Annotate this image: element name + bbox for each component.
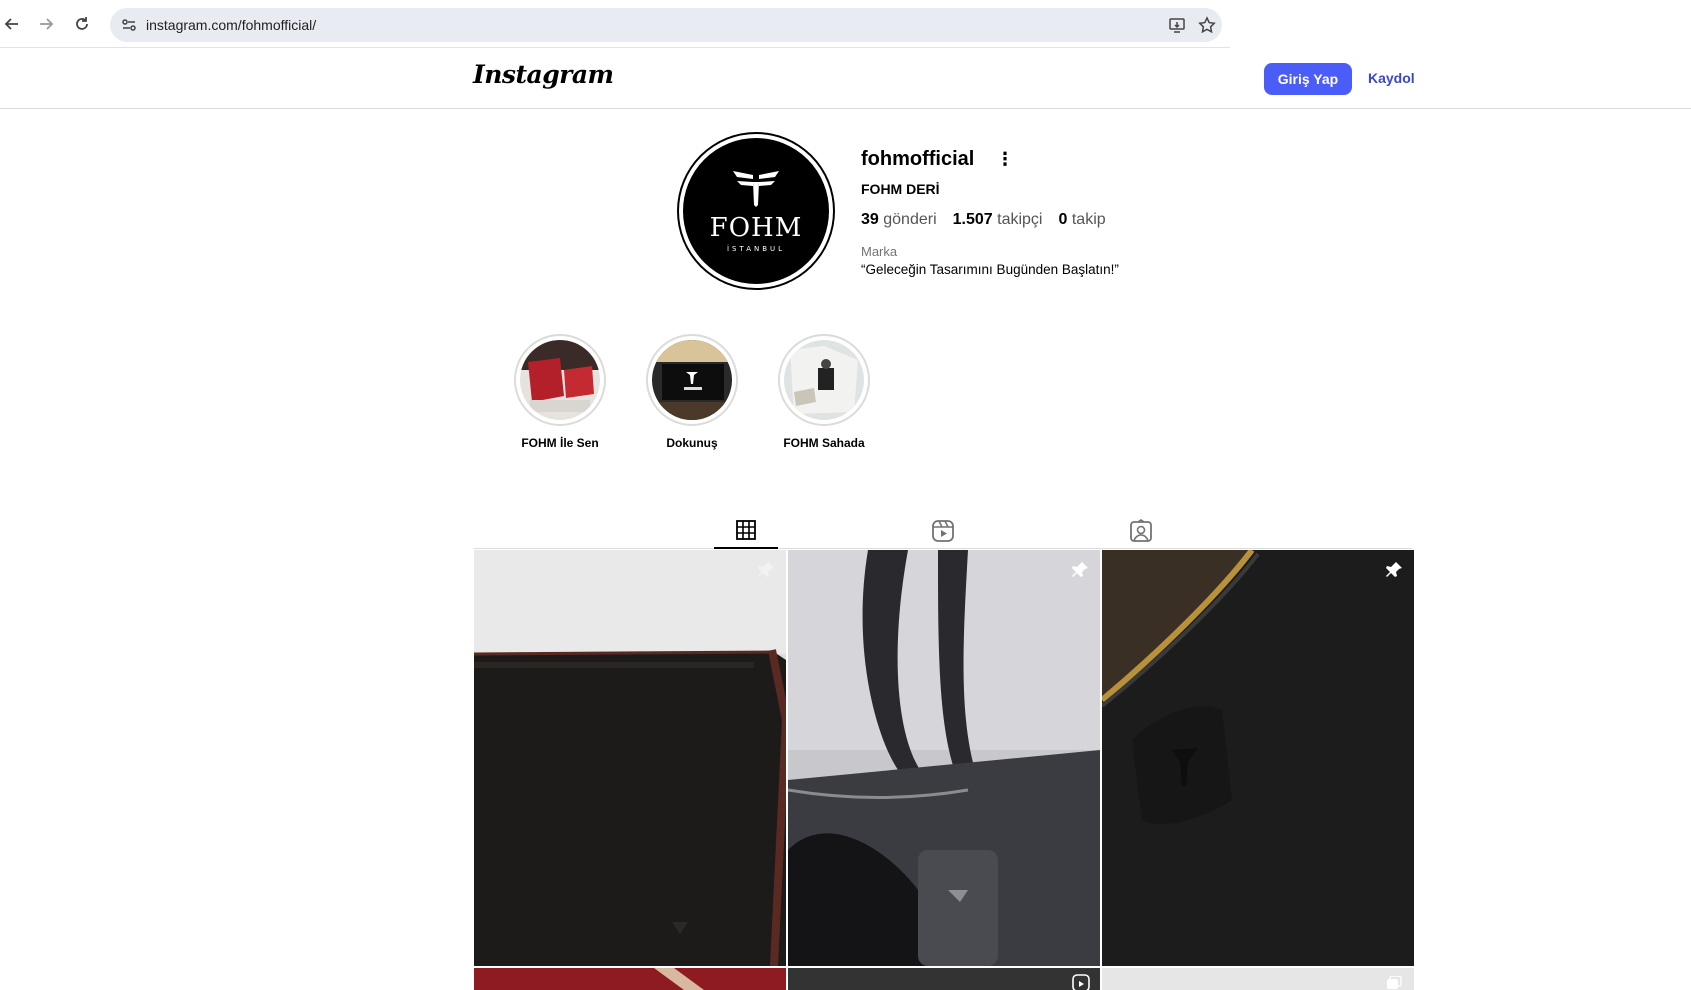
highlight-label: FOHM Sahada [783,436,865,450]
tagged-icon [1130,519,1152,542]
site-info-icon[interactable] [118,14,140,36]
arrow-right-icon [40,18,54,30]
browser-toolbar: instagram.com/fohmofficial/ [0,0,1230,48]
carousel-icon [1387,976,1402,989]
profile-avatar[interactable]: FOHM İSTANBUL [679,134,833,288]
tab-posts[interactable] [714,513,778,549]
address-bar[interactable]: instagram.com/fohmofficial/ [110,8,1222,42]
profile-username: fohmofficial [861,148,975,170]
highlight-fohm-sahada[interactable]: FOHM Sahada [778,334,870,450]
post-thumbnail[interactable] [788,968,1100,990]
highlight-label: Dokunuş [666,436,718,450]
highlight-fohm-ile-sen[interactable]: FOHM İle Sen [514,334,606,450]
post-thumbnail[interactable] [788,550,1100,966]
posts-count: 39 gönderi [861,211,937,228]
reels-icon [932,520,954,542]
profile-category: Marka [861,244,898,259]
reels-icon [1072,974,1090,990]
instagram-logo[interactable]: Instagram [473,60,614,89]
reload-icon [76,17,88,30]
forward-button[interactable] [34,12,58,36]
post-thumbnail[interactable] [1102,968,1414,990]
grid-icon [736,520,756,540]
highlight-label: FOHM İle Sen [521,436,599,450]
reload-button[interactable] [70,12,94,36]
fohm-logo-icon [733,171,779,207]
post-thumbnail[interactable] [1102,550,1414,966]
highlight-thumbnail [520,340,600,420]
tab-tagged[interactable] [1109,513,1173,549]
highlight-thumbnail [652,340,732,420]
highlight-thumbnail [784,340,864,420]
followers-count[interactable]: 1.507 takipçi [953,211,1043,229]
more-options-icon[interactable]: ⋮ [996,150,1014,168]
instagram-header: Instagram Giriş Yap Kaydol [0,48,1691,109]
login-button[interactable]: Giriş Yap [1264,63,1352,95]
profile-full-name: FOHM DERİ [861,181,940,197]
following-count[interactable]: 0 takip [1058,211,1105,229]
back-button[interactable] [0,12,24,36]
avatar-brand-text: FOHM [709,213,803,243]
pinned-icon [758,562,774,577]
arrow-left-icon [4,18,18,30]
post-thumbnail[interactable] [474,968,786,990]
pinned-icon [1072,562,1088,577]
avatar-subtext: İSTANBUL [726,245,786,253]
profile-bio: “Geleceğin Tasarımını Bugünden Başlatın!… [861,262,1119,277]
highlight-dokunus[interactable]: Dokunuş [646,334,738,450]
install-app-icon[interactable] [1167,15,1187,35]
tab-reels[interactable] [911,513,975,549]
signup-link[interactable]: Kaydol [1368,70,1415,86]
bookmark-star-icon[interactable] [1197,15,1217,35]
post-thumbnail[interactable] [474,550,786,966]
url-text[interactable]: instagram.com/fohmofficial/ [146,17,316,33]
profile-stats: 39 gönderi 1.507 takipçi 0 takip [861,211,1106,229]
pinned-icon [1386,562,1402,577]
